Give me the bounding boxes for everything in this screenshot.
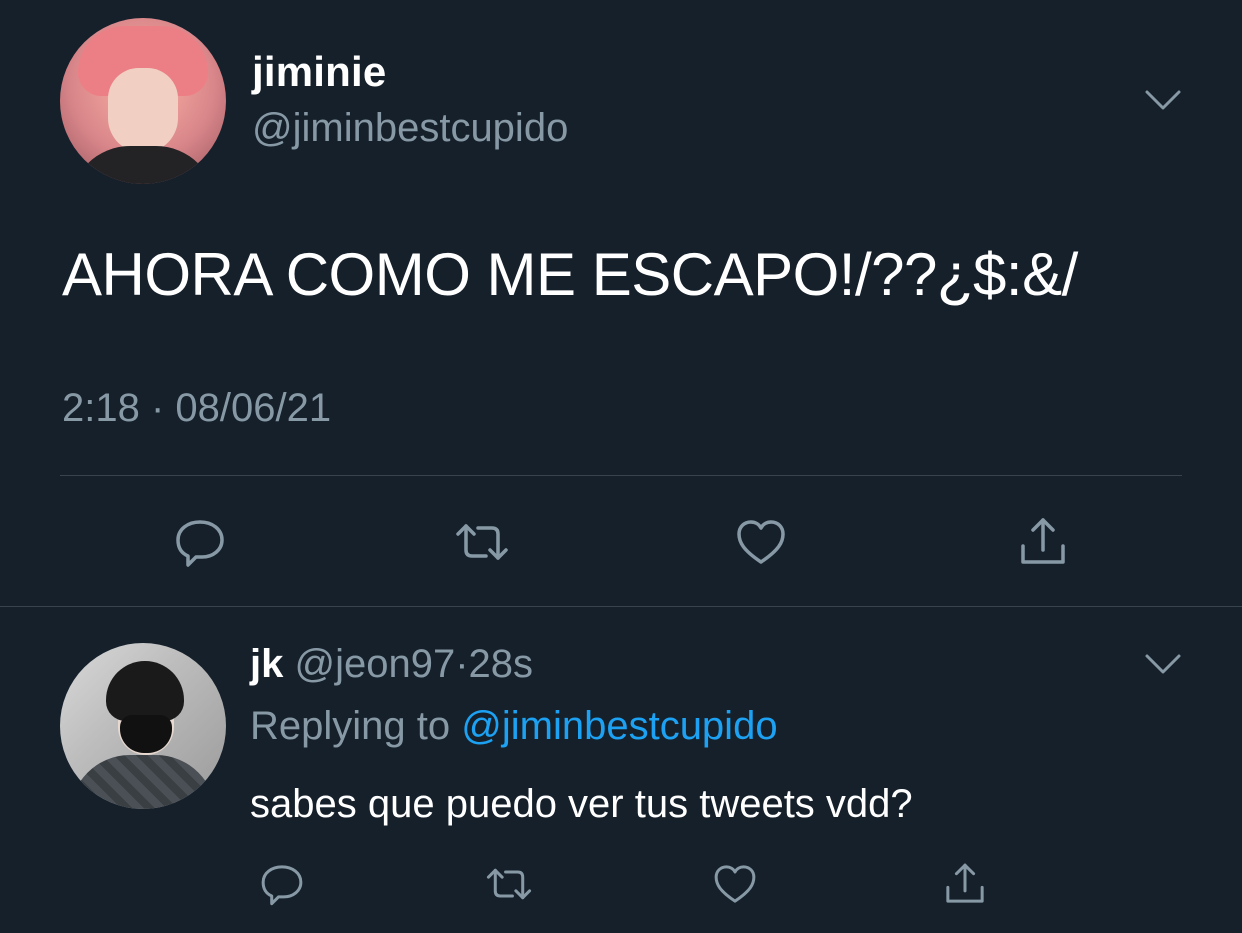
chevron-down-icon[interactable] xyxy=(1143,652,1183,676)
tweet-text: sabes que puedo ver tus tweets vdd? xyxy=(250,782,913,826)
share-icon[interactable] xyxy=(935,854,995,914)
tweet-text: AHORA COMO ME ESCAPO!/??¿$:&/ xyxy=(62,241,1078,308)
reply-icon[interactable] xyxy=(170,512,230,572)
like-icon[interactable] xyxy=(731,512,791,572)
like-icon[interactable] xyxy=(705,854,765,914)
avatar-hair xyxy=(106,661,184,721)
tweet-time[interactable]: 28s xyxy=(469,642,534,686)
avatar-face xyxy=(108,68,178,153)
avatar-shirt xyxy=(70,755,216,809)
divider xyxy=(0,606,1242,607)
reply-header: jk @jeon97·28s xyxy=(250,642,533,687)
avatar-shoulders xyxy=(70,146,216,184)
display-name[interactable]: jiminie xyxy=(252,48,386,96)
display-name[interactable]: jk xyxy=(250,642,283,686)
tweet-timestamp[interactable]: 2:18 · 08/06/21 xyxy=(62,386,331,431)
chevron-down-icon[interactable] xyxy=(1143,88,1183,112)
replying-to-link[interactable]: @jiminbestcupido xyxy=(461,704,777,748)
separator: · xyxy=(455,642,469,686)
retweet-icon[interactable] xyxy=(452,512,512,572)
avatar[interactable] xyxy=(60,643,226,809)
user-handle[interactable]: @jiminbestcupido xyxy=(252,106,568,151)
divider xyxy=(60,475,1182,476)
reply-icon[interactable] xyxy=(252,854,312,914)
avatar[interactable] xyxy=(60,18,226,184)
user-handle[interactable]: @jeon97 xyxy=(294,642,455,686)
replying-to: Replying to @jiminbestcupido xyxy=(250,704,778,749)
replying-to-label: Replying to xyxy=(250,704,451,748)
share-icon[interactable] xyxy=(1013,512,1073,572)
retweet-icon[interactable] xyxy=(479,854,539,914)
